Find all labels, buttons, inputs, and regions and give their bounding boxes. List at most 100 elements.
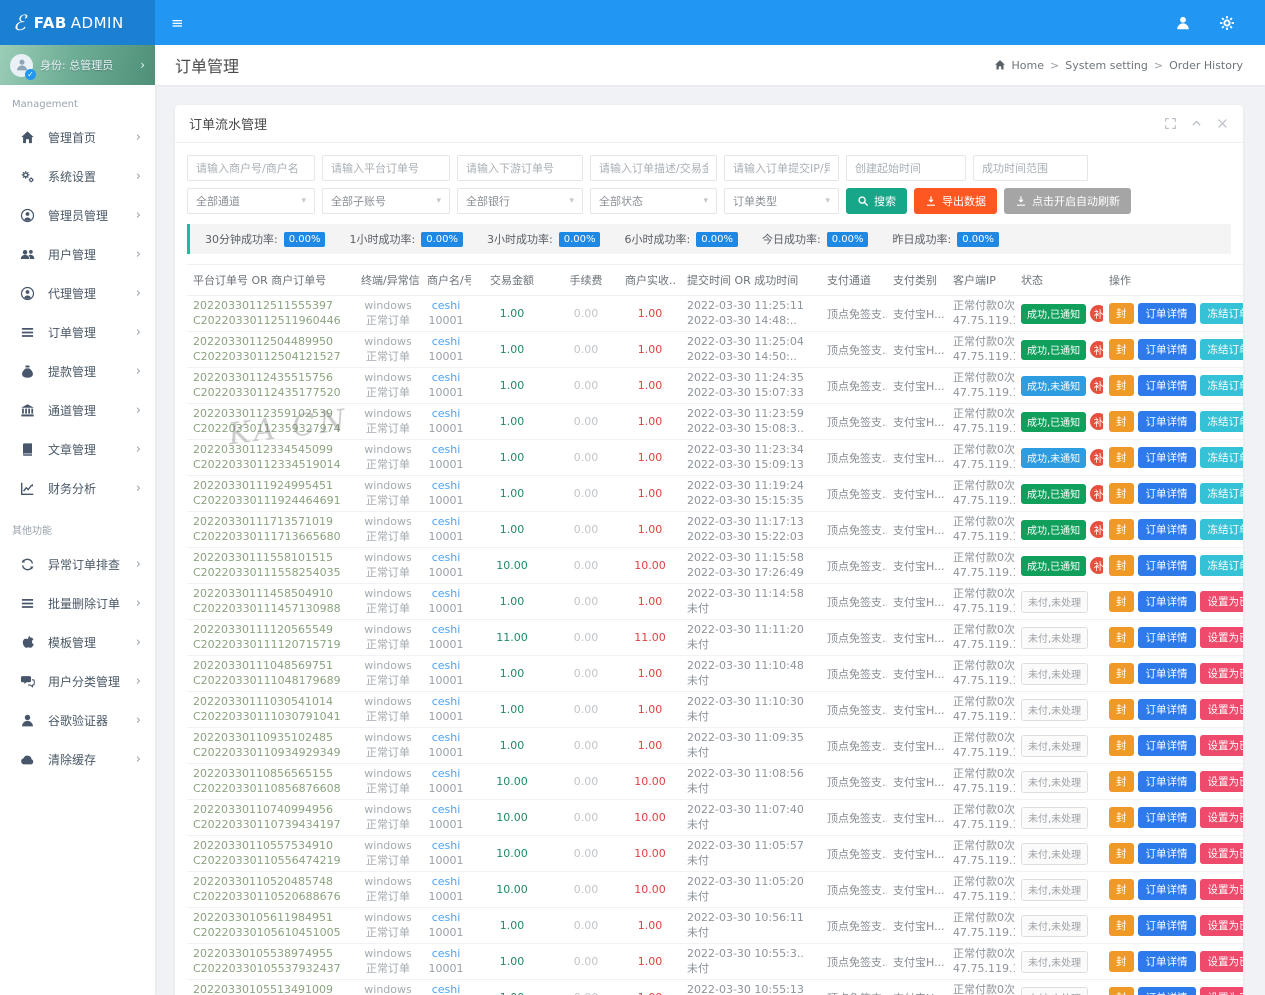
merchant-name-link[interactable]: ceshi [427,515,465,530]
set-paid-button[interactable]: 设置为已支付 [1200,843,1244,864]
merchant-name-link[interactable]: ceshi [427,659,465,674]
seal-button[interactable]: 封 [1109,699,1134,720]
seal-button[interactable]: 封 [1109,771,1134,792]
sidebar-item-clear-cache[interactable]: 清除缓存› [0,740,155,779]
sidebar-item-google-authenticator[interactable]: 谷歌验证器› [0,701,155,740]
order-detail-button[interactable]: 订单详情 [1138,303,1196,324]
seal-button[interactable]: 封 [1109,915,1134,936]
sidebar-item-article-management[interactable]: 文章管理› [0,430,155,469]
sidebar-item-channel-management[interactable]: 通道管理› [0,391,155,430]
seal-button[interactable]: 封 [1109,951,1134,972]
seal-button[interactable]: 封 [1109,843,1134,864]
order-detail-button[interactable]: 订单详情 [1138,879,1196,900]
freeze-order-button[interactable]: 冻结订单 [1200,375,1244,396]
merchant-name-link[interactable]: ceshi [427,371,465,386]
filter-input-5[interactable] [846,155,966,181]
filter-select-4[interactable]: 订单类型▾ [724,188,839,214]
set-paid-button[interactable]: 设置为已支付 [1200,591,1244,612]
filter-input-3[interactable] [590,155,717,181]
freeze-order-button[interactable]: 冻结订单 [1200,483,1244,504]
order-detail-button[interactable]: 订单详情 [1138,807,1196,828]
seal-button[interactable]: 封 [1109,879,1134,900]
search-button[interactable]: 搜索 [846,188,907,214]
breadcrumb-order-history[interactable]: Order History [1169,59,1243,72]
seal-button[interactable]: 封 [1109,987,1134,995]
sidebar-item-user-category-management[interactable]: 用户分类管理› [0,662,155,701]
set-paid-button[interactable]: 设置为已支付 [1200,987,1244,995]
sidebar-toggle-icon[interactable]: ≡ [171,14,184,32]
sidebar-item-admin-management[interactable]: 管理员管理› [0,196,155,235]
gear-icon[interactable] [1219,15,1235,31]
merchant-name-link[interactable]: ceshi [427,731,465,746]
set-paid-button[interactable]: 设置为已支付 [1200,627,1244,648]
filter-input-2[interactable] [457,155,583,181]
filter-input-1[interactable] [322,155,450,181]
seal-button[interactable]: 封 [1109,807,1134,828]
sidebar-item-template-management[interactable]: 模板管理› [0,623,155,662]
seal-button[interactable]: 封 [1109,663,1134,684]
sidebar-item-order-management[interactable]: 订单管理› [0,313,155,352]
sidebar-item-agent-management[interactable]: 代理管理› [0,274,155,313]
order-detail-button[interactable]: 订单详情 [1138,735,1196,756]
brand-logo[interactable]: ℰ FABADMIN [0,0,155,45]
freeze-order-button[interactable]: 冻结订单 [1200,519,1244,540]
order-detail-button[interactable]: 订单详情 [1138,447,1196,468]
merchant-name-link[interactable]: ceshi [427,479,465,494]
set-paid-button[interactable]: 设置为已支付 [1200,951,1244,972]
order-detail-button[interactable]: 订单详情 [1138,915,1196,936]
filter-input-6[interactable] [973,155,1088,181]
filter-select-1[interactable]: 全部子账号▾ [322,188,450,214]
order-detail-button[interactable]: 订单详情 [1138,519,1196,540]
freeze-order-button[interactable]: 冻结订单 [1200,303,1244,324]
merchant-name-link[interactable]: ceshi [427,335,465,350]
sidebar-item-finance-analysis[interactable]: 财务分析› [0,469,155,508]
order-detail-button[interactable]: 订单详情 [1138,591,1196,612]
order-detail-button[interactable]: 订单详情 [1138,843,1196,864]
merchant-name-link[interactable]: ceshi [427,839,465,854]
merchant-name-link[interactable]: ceshi [427,767,465,782]
seal-button[interactable]: 封 [1109,375,1134,396]
merchant-name-link[interactable]: ceshi [427,587,465,602]
seal-button[interactable]: 封 [1109,519,1134,540]
patch-notify-button[interactable]: 补 [1090,341,1103,358]
patch-notify-button[interactable]: 补 [1090,485,1103,502]
collapse-icon[interactable] [1190,117,1203,130]
set-paid-button[interactable]: 设置为已支付 [1200,915,1244,936]
seal-button[interactable]: 封 [1109,735,1134,756]
order-detail-button[interactable]: 订单详情 [1138,951,1196,972]
user-icon[interactable] [1175,15,1191,31]
merchant-name-link[interactable]: ceshi [427,911,465,926]
seal-button[interactable]: 封 [1109,447,1134,468]
freeze-order-button[interactable]: 冻结订单 [1200,339,1244,360]
filter-input-4[interactable] [724,155,839,181]
order-detail-button[interactable]: 订单详情 [1138,375,1196,396]
filter-select-3[interactable]: 全部状态▾ [590,188,717,214]
merchant-name-link[interactable]: ceshi [427,551,465,566]
filter-select-2[interactable]: 全部银行▾ [457,188,583,214]
patch-notify-button[interactable]: 补 [1090,449,1103,466]
user-panel[interactable]: ✓ 身份: 总管理员 › [0,45,155,85]
filter-select-0[interactable]: 全部通道▾ [187,188,315,214]
patch-notify-button[interactable]: 补 [1090,557,1103,574]
seal-button[interactable]: 封 [1109,339,1134,360]
close-icon[interactable] [1216,117,1229,130]
patch-notify-button[interactable]: 补 [1090,377,1103,394]
merchant-name-link[interactable]: ceshi [427,443,465,458]
auto-refresh-button[interactable]: 点击开启自动刷新 [1004,188,1131,214]
merchant-name-link[interactable]: ceshi [427,623,465,638]
sidebar-item-abnormal-order-check[interactable]: 异常订单排查› [0,545,155,584]
patch-notify-button[interactable]: 补 [1090,521,1103,538]
seal-button[interactable]: 封 [1109,627,1134,648]
merchant-name-link[interactable]: ceshi [427,407,465,422]
patch-notify-button[interactable]: 补 [1090,413,1103,430]
set-paid-button[interactable]: 设置为已支付 [1200,771,1244,792]
expand-icon[interactable] [1164,117,1177,130]
breadcrumb-system-setting[interactable]: System setting [1065,59,1148,72]
set-paid-button[interactable]: 设置为已支付 [1200,879,1244,900]
set-paid-button[interactable]: 设置为已支付 [1200,663,1244,684]
filter-input-0[interactable] [187,155,315,181]
seal-button[interactable]: 封 [1109,591,1134,612]
order-detail-button[interactable]: 订单详情 [1138,411,1196,432]
order-detail-button[interactable]: 订单详情 [1138,663,1196,684]
sidebar-item-batch-delete-orders[interactable]: 批量删除订单› [0,584,155,623]
